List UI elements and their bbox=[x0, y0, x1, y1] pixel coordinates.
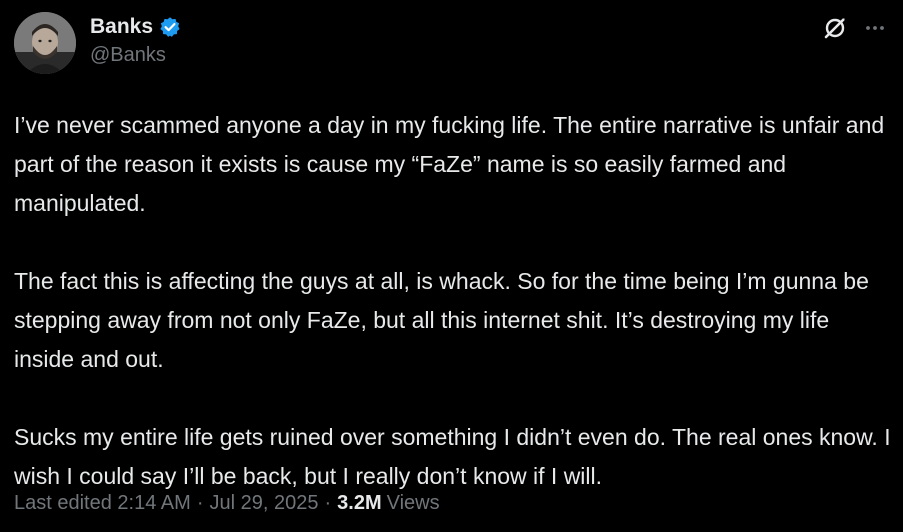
tweet-text: I’ve never scammed anyone a day in my fu… bbox=[14, 106, 894, 496]
tweet-actions bbox=[821, 14, 887, 42]
tweet-paragraph: I’ve never scammed anyone a day in my fu… bbox=[14, 112, 885, 216]
edited-label: Last edited bbox=[14, 492, 118, 514]
tweet: Banks @Banks I’ve never scammed anyone a… bbox=[0, 0, 903, 532]
user-info: Banks @Banks bbox=[90, 13, 181, 67]
separator-dot: · bbox=[196, 492, 204, 514]
views-link[interactable]: 3.2M Views bbox=[337, 492, 439, 515]
tweet-paragraph: The fact this is affecting the guys at a… bbox=[14, 268, 869, 372]
tweet-meta: Last edited 2:14 AM · Jul 29, 2025 · 3.2… bbox=[14, 492, 440, 515]
more-icon[interactable] bbox=[863, 16, 887, 40]
views-count: 3.2M bbox=[337, 492, 382, 514]
tweet-date[interactable]: Jul 29, 2025 bbox=[209, 492, 318, 515]
tweet-paragraph: Sucks my entire life gets ruined over so… bbox=[14, 424, 891, 489]
verified-badge-icon[interactable] bbox=[159, 16, 181, 38]
display-name[interactable]: Banks bbox=[90, 15, 153, 39]
edit-history-link[interactable]: Last edited 2:14 AM bbox=[14, 492, 191, 515]
tweet-time: 2:14 AM bbox=[117, 492, 191, 514]
grok-icon[interactable] bbox=[821, 14, 849, 42]
tweet-header: Banks @Banks bbox=[14, 12, 887, 74]
separator-dot: · bbox=[324, 492, 332, 514]
avatar-image bbox=[14, 12, 76, 74]
user-handle[interactable]: @Banks bbox=[90, 44, 181, 67]
name-row: Banks bbox=[90, 13, 181, 41]
views-label: Views bbox=[386, 492, 440, 514]
avatar[interactable] bbox=[14, 12, 76, 74]
